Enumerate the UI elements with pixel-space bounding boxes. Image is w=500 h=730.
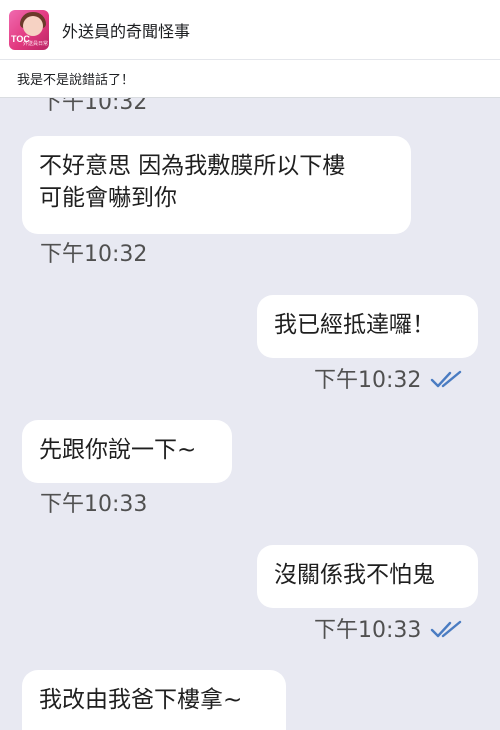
message-timestamp: 下午10:32 xyxy=(40,242,148,267)
message-line: 先跟你說一下~ xyxy=(39,437,197,463)
group-header: TOC 外送員日常 外送員的奇聞怪事 xyxy=(0,0,500,60)
group-avatar[interactable]: TOC 外送員日常 xyxy=(9,9,49,50)
read-receipt-icon xyxy=(430,370,462,388)
message-line: 沒關係我不怕鬼 xyxy=(274,562,435,588)
message-timestamp: 下午10:33 xyxy=(40,492,148,517)
message-bubble-outgoing: 沒關係我不怕鬼 xyxy=(257,545,478,608)
avatar-face-shape xyxy=(23,15,43,36)
avatar-subtext: 外送員日常 xyxy=(23,40,49,47)
message-bubble-outgoing: 我已經抵達囉！ xyxy=(257,295,478,358)
group-name[interactable]: 外送員的奇聞怪事 xyxy=(62,18,190,42)
clipped-timestamp: 下午10:32 xyxy=(40,98,148,115)
message-bubble-incoming: 不好意思 因為我敷膜所以下樓 可能會嚇到你 xyxy=(22,136,411,234)
message-bubble-incoming: 先跟你說一下~ xyxy=(22,420,232,483)
message-timestamp: 下午10:33 xyxy=(314,618,422,643)
post-caption: 我是不是說錯話了！ xyxy=(0,60,500,98)
message-line: 不好意思 因為我敷膜所以下樓 xyxy=(39,153,346,179)
post-caption-text: 我是不是說錯話了！ xyxy=(17,73,135,88)
read-receipt-icon xyxy=(430,620,462,638)
message-line: 我改由我爸下樓拿~ xyxy=(39,687,243,713)
message-timestamp: 下午10:32 xyxy=(314,368,422,393)
message-bubble-incoming: 我改由我爸下樓拿~ xyxy=(22,670,286,730)
message-line: 可能會嚇到你 xyxy=(39,185,177,211)
chat-screenshot: 下午10:32 不好意思 因為我敷膜所以下樓 可能會嚇到你 下午10:32 我已… xyxy=(0,98,500,730)
message-line: 我已經抵達囉！ xyxy=(274,312,435,338)
